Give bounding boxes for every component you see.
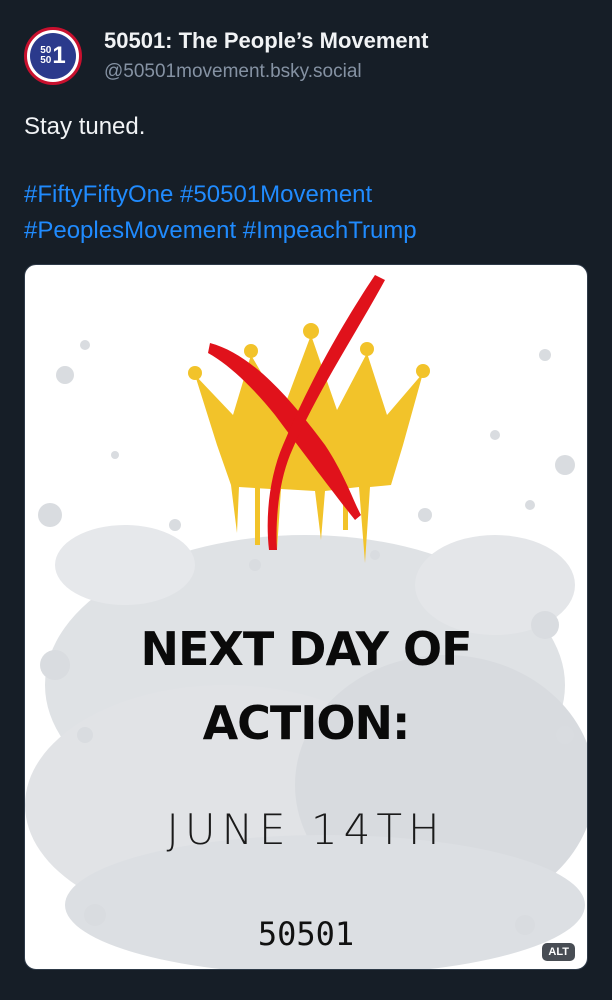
hashtag-link[interactable]: #PeoplesMovement [24,217,236,244]
post: 50 50 1 50501: The People’s Movement @50… [0,0,612,1000]
hashtag-link[interactable]: #ImpeachTrump [243,217,417,244]
avatar-logo: 50 50 1 [30,33,76,79]
post-text: Stay tuned. [24,113,146,140]
org-name: 50501 [257,915,355,953]
post-image[interactable]: NEXT DAY OF ACTION: JUNE 14TH 50501 ALT [24,264,588,970]
hashtag-link[interactable]: #FiftyFiftyOne [24,181,173,208]
author-display-name[interactable]: 50501: The People’s Movement [104,28,428,54]
headline-line-1: NEXT DAY OF [140,622,472,676]
image-graphic [25,275,587,969]
avatar[interactable]: 50 50 1 [24,27,82,85]
headline-line-2: ACTION: [202,696,411,750]
avatar-text-bottom: 50 [40,55,52,66]
hashtag-link[interactable]: #50501Movement [180,181,372,208]
hashtags: #FiftyFiftyOne #50501Movement #PeoplesMo… [24,177,594,249]
author-handle[interactable]: @50501movement.bsky.social [104,61,362,83]
alt-badge[interactable]: ALT [542,943,575,961]
avatar-text-big: 1 [52,42,66,69]
event-date: JUNE 14TH [166,805,446,854]
